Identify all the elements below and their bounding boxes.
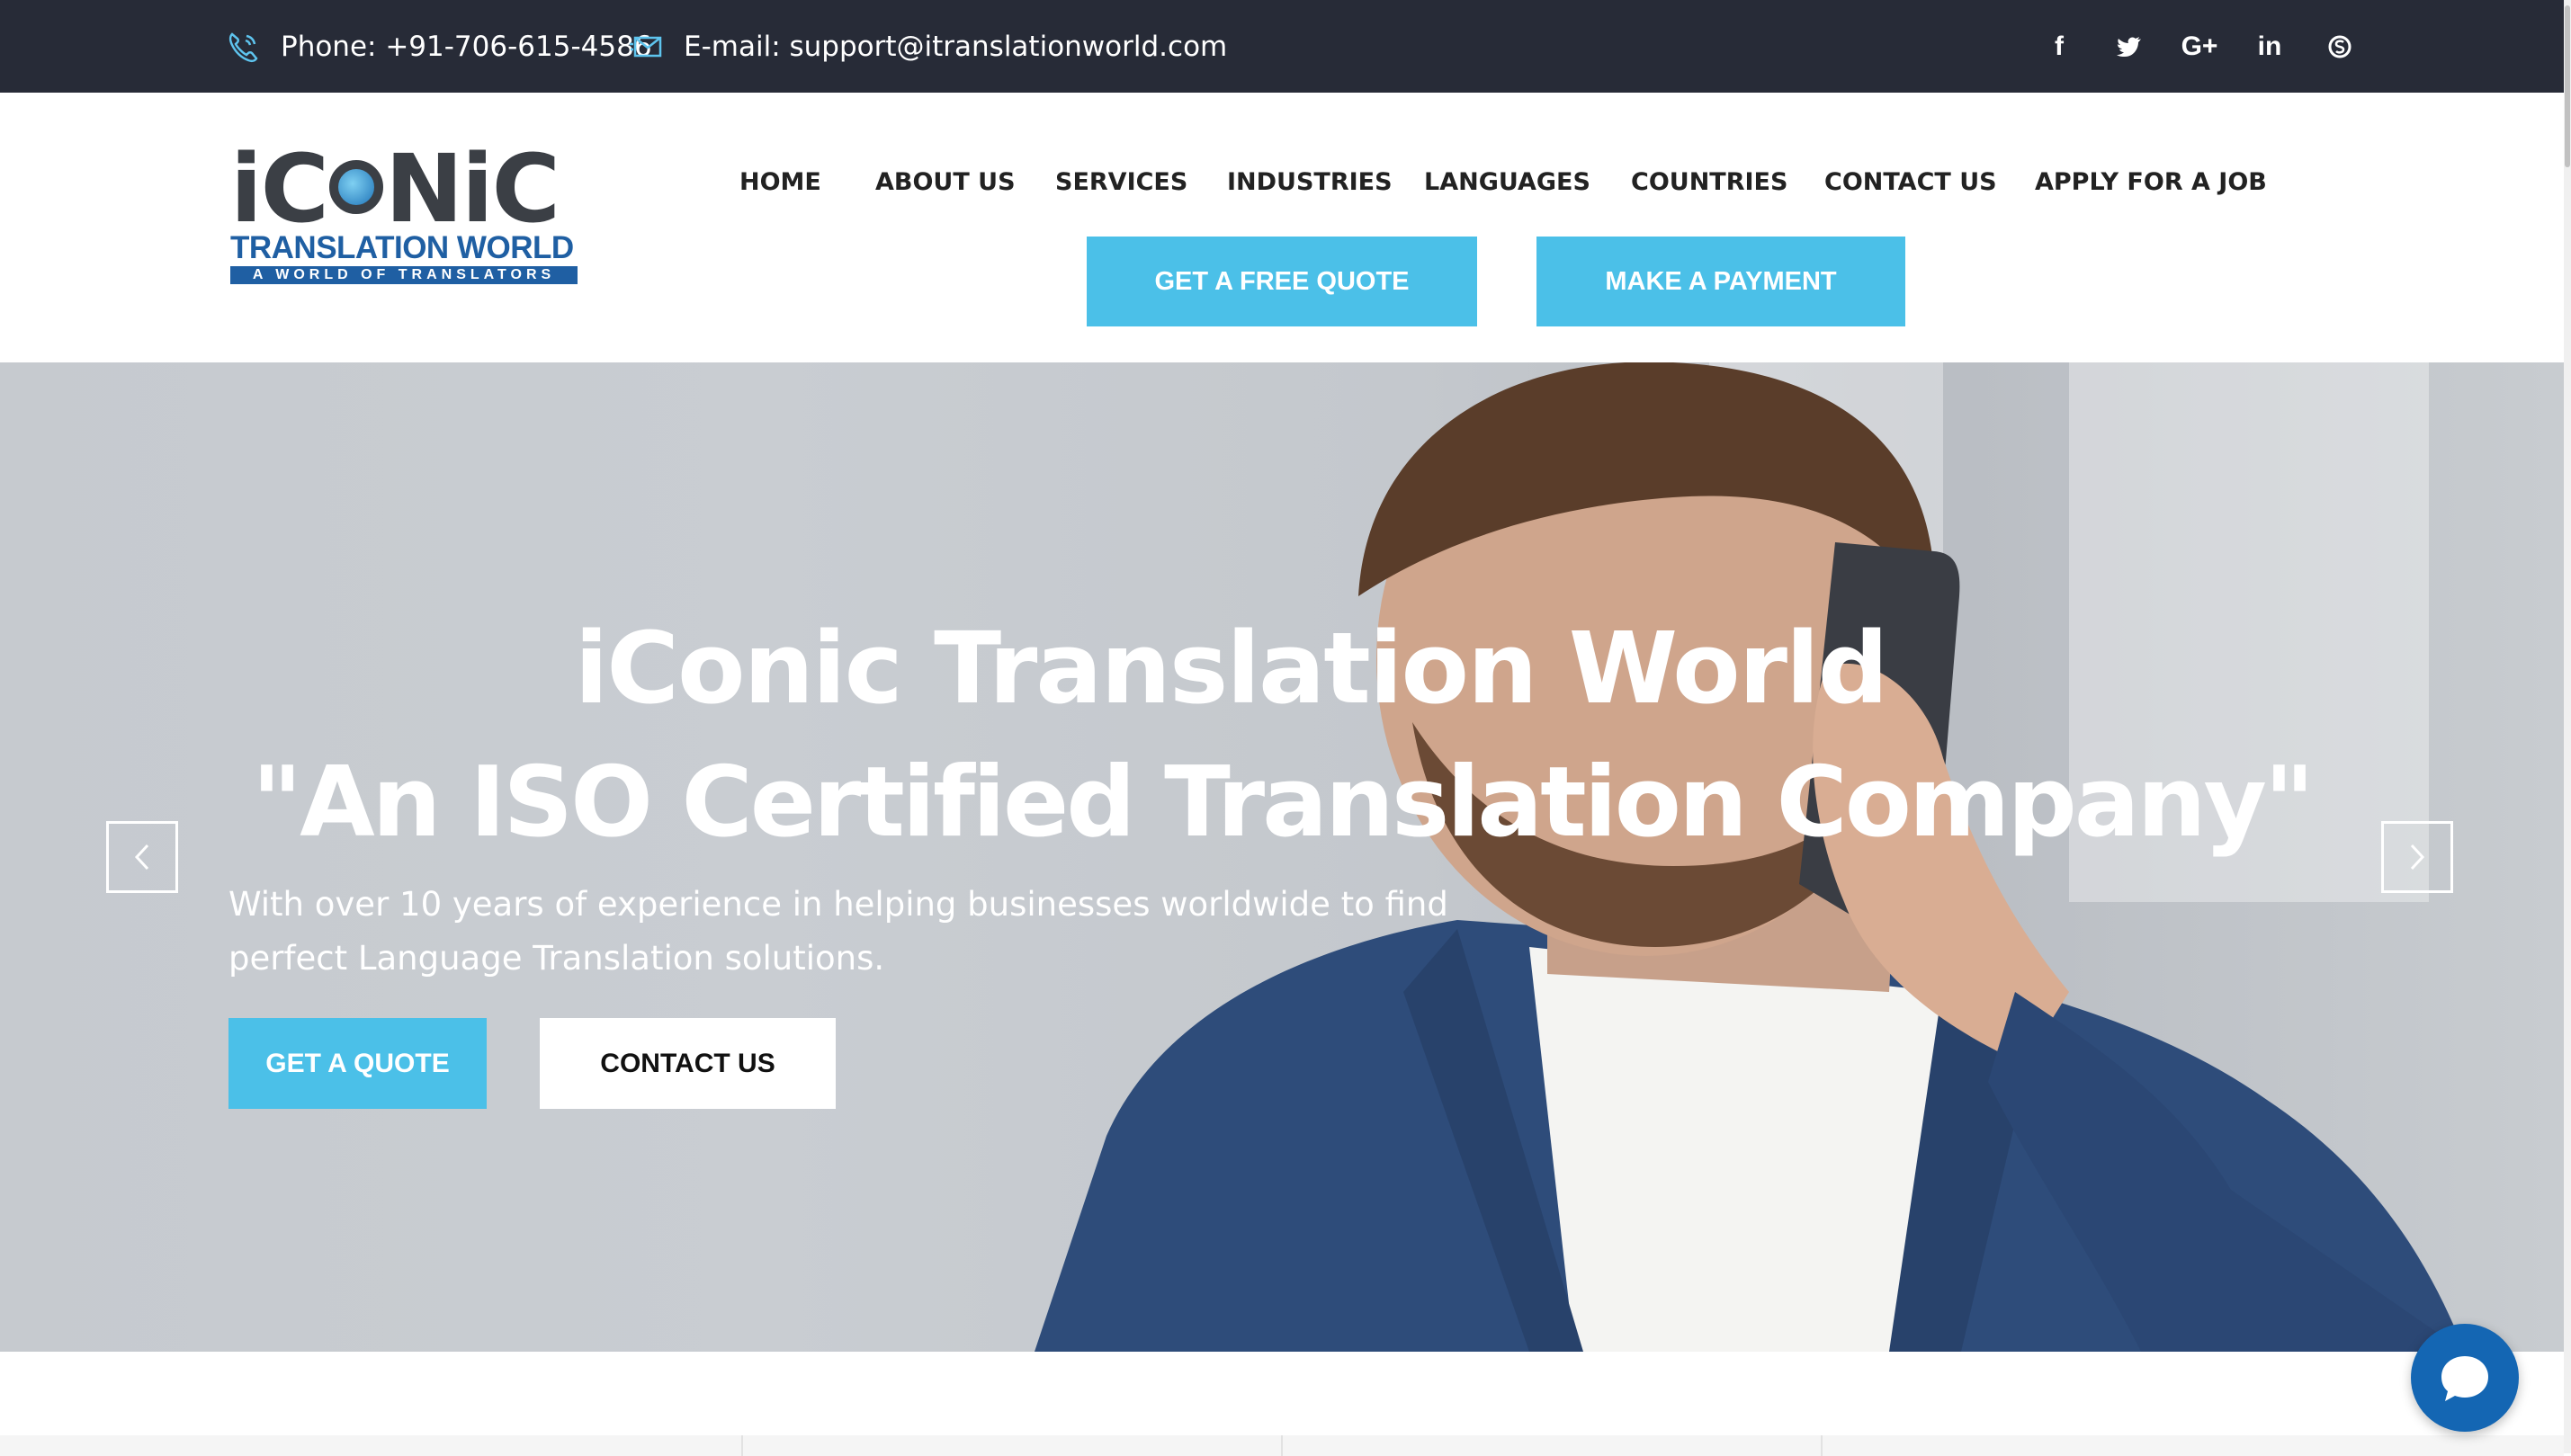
globe-icon (328, 160, 383, 214)
chevron-left-icon (134, 844, 149, 871)
site-logo[interactable]: iC NiC TRANSLATION WORLD A WORLD OF TRANS… (230, 142, 583, 286)
phone-contact[interactable]: Phone: +91-706-615-4586 (225, 0, 652, 93)
make-payment-button[interactable]: MAKE A PAYMENT (1536, 237, 1905, 326)
email-contact[interactable]: E-mail: support@itranslationworld.com (630, 0, 1227, 93)
skype-icon[interactable] (2305, 24, 2375, 69)
contact-us-button[interactable]: CONTACT US (540, 1018, 836, 1109)
twitter-icon[interactable] (2094, 24, 2164, 69)
logo-tagline: TRANSLATION WORLD (230, 230, 574, 265)
social-links: f G+ in (2024, 0, 2375, 93)
nav-languages[interactable]: LANGUAGES (1424, 156, 1590, 210)
get-free-quote-button[interactable]: GET A FREE QUOTE (1087, 237, 1477, 326)
google-plus-icon[interactable]: G+ (2164, 24, 2235, 69)
linkedin-icon[interactable]: in (2235, 24, 2305, 69)
hero-slider: iConic Translation World "An ISO Certifi… (0, 362, 2564, 1352)
live-chat-button[interactable] (2411, 1324, 2519, 1432)
nav-countries[interactable]: COUNTRIES (1631, 156, 1787, 210)
top-bar: Phone: +91-706-615-4586 E-mail: support@… (0, 0, 2571, 93)
facebook-icon[interactable]: f (2024, 24, 2094, 69)
nav-about-us[interactable]: ABOUT US (875, 156, 1016, 210)
hero-title: iConic Translation World (574, 611, 1889, 726)
slider-next-button[interactable] (2381, 821, 2453, 893)
chevron-right-icon (2410, 844, 2425, 871)
hero-description: With over 10 years of experience in help… (228, 885, 1448, 978)
nav-contact-us[interactable]: CONTACT US (1824, 156, 1997, 210)
logo-subtagline: A WORLD OF TRANSLATORS (230, 266, 578, 284)
slider-prev-button[interactable] (106, 821, 178, 893)
page-scrollbar[interactable] (2564, 0, 2571, 1453)
chat-bubble-icon (2441, 1356, 2488, 1401)
phone-icon (228, 31, 258, 62)
nav-home[interactable]: HOME (739, 156, 821, 210)
nav-services[interactable]: SERVICES (1055, 156, 1187, 210)
site-header: iC NiC TRANSLATION WORLD A WORLD OF TRANS… (0, 93, 2564, 362)
logo-wordmark: iC NiC (230, 134, 560, 244)
get-a-quote-button[interactable]: GET A QUOTE (228, 1018, 487, 1109)
email-text: E-mail: support@itranslationworld.com (684, 30, 1228, 63)
nav-apply-for-a-job[interactable]: APPLY FOR A JOB (2035, 156, 2267, 210)
envelope-icon (630, 36, 662, 57)
scrollbar-thumb[interactable] (2565, 5, 2570, 167)
phone-text: Phone: +91-706-615-4586 (281, 30, 652, 63)
nav-industries[interactable]: INDUSTRIES (1227, 156, 1393, 210)
hero-subtitle: "An ISO Certified Translation Company" (251, 746, 2315, 859)
section-below-hero (0, 1352, 2564, 1456)
